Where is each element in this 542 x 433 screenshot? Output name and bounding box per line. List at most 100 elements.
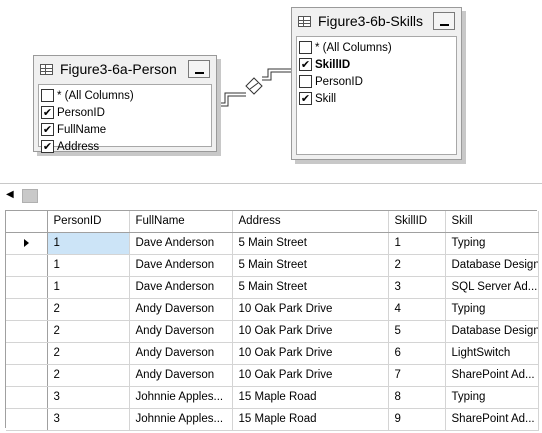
grid-cell[interactable]: Dave Anderson xyxy=(129,254,233,277)
column-checkbox[interactable] xyxy=(41,89,54,102)
grid-cell[interactable]: SQL Server Ad... xyxy=(445,276,539,299)
table-window-titlebar[interactable]: Figure3-6b-Skills xyxy=(292,8,461,34)
grid-cell[interactable]: 5 Main Street xyxy=(232,232,389,255)
scrollbar-thumb[interactable] xyxy=(22,189,38,203)
grid-cell[interactable]: Andy Daverson xyxy=(129,298,233,321)
column-label: * (All Columns) xyxy=(57,89,134,102)
column-checkbox[interactable]: ✔ xyxy=(41,140,54,153)
grid-cell[interactable]: 15 Maple Road xyxy=(232,386,389,409)
column-header[interactable]: FullName xyxy=(129,211,233,233)
column-label: * (All Columns) xyxy=(315,41,392,54)
table-row[interactable]: 3 Johnnie Apples... 15 Maple Road 8 Typing xyxy=(6,386,539,409)
grid-cell[interactable]: 10 Oak Park Drive xyxy=(232,342,389,365)
grid-cell[interactable]: 2 xyxy=(47,342,130,365)
grid-cell[interactable]: 8 xyxy=(388,386,446,409)
grid-cell[interactable]: 6 xyxy=(388,342,446,365)
grid-cell[interactable]: 1 xyxy=(388,232,446,255)
grid-corner-cell[interactable] xyxy=(6,211,48,233)
column-row[interactable]: * (All Columns) xyxy=(297,39,456,56)
row-header[interactable] xyxy=(6,386,48,409)
grid-cell[interactable]: 9 xyxy=(388,408,446,431)
table-row[interactable]: 1 Dave Anderson 5 Main Street 2 Database Des… xyxy=(6,254,539,277)
scroll-left-icon[interactable]: ◀ xyxy=(6,189,14,200)
row-header[interactable] xyxy=(6,232,48,255)
grid-cell[interactable]: 10 Oak Park Drive xyxy=(232,320,389,343)
grid-cell[interactable]: Database Design xyxy=(445,254,539,277)
column-header[interactable]: PersonID xyxy=(47,211,130,233)
column-list: * (All Columns) ✔ SkillID PersonID ✔ Skill xyxy=(296,36,457,155)
column-checkbox[interactable] xyxy=(299,41,312,54)
grid-cell[interactable]: 10 Oak Park Drive xyxy=(232,298,389,321)
diagram-horizontal-scrollbar[interactable]: ◀ xyxy=(0,183,542,207)
grid-cell[interactable]: SharePoint Ad... xyxy=(445,408,539,431)
grid-cell[interactable]: Typing xyxy=(445,298,539,321)
check-icon: ✔ xyxy=(42,140,53,153)
row-pointer-icon xyxy=(23,238,29,247)
column-checkbox[interactable] xyxy=(299,75,312,88)
grid-cell[interactable]: 3 xyxy=(47,386,130,409)
grid-cell[interactable]: Dave Anderson xyxy=(129,276,233,299)
table-row[interactable]: 2 Andy Daverson 10 Oak Park Drive 6 LightSwi… xyxy=(6,342,539,365)
grid-cell[interactable]: LightSwitch xyxy=(445,342,539,365)
grid-cell[interactable]: Johnnie Apples... xyxy=(129,408,233,431)
row-header[interactable] xyxy=(6,320,48,343)
column-header[interactable]: Skill xyxy=(445,211,539,233)
grid-cell[interactable]: Andy Daverson xyxy=(129,342,233,365)
table-window-person[interactable]: Figure3-6a-Person * (All Columns) ✔ Person… xyxy=(33,55,217,155)
row-header[interactable] xyxy=(6,254,48,277)
table-row[interactable]: 1 Dave Anderson 5 Main Street 1 Typing xyxy=(6,232,539,255)
column-checkbox[interactable]: ✔ xyxy=(41,106,54,119)
column-row[interactable]: ✔ SkillID xyxy=(297,56,456,73)
grid-cell[interactable]: 10 Oak Park Drive xyxy=(232,364,389,387)
table-window-skills[interactable]: Figure3-6b-Skills * (All Columns) ✔ SkillI… xyxy=(291,7,462,160)
table-window-titlebar[interactable]: Figure3-6a-Person xyxy=(34,56,216,82)
column-row[interactable]: * (All Columns) xyxy=(39,87,211,104)
grid-cell[interactable]: 4 xyxy=(388,298,446,321)
grid-cell[interactable]: 7 xyxy=(388,364,446,387)
grid-cell[interactable]: Johnnie Apples... xyxy=(129,386,233,409)
table-row[interactable]: 2 Andy Daverson 10 Oak Park Drive 4 Typing xyxy=(6,298,539,321)
column-row[interactable]: ✔ Address xyxy=(39,138,211,155)
grid-cell[interactable]: 1 xyxy=(47,232,130,255)
grid-cell[interactable]: 2 xyxy=(47,364,130,387)
grid-cell[interactable]: Typing xyxy=(445,232,539,255)
table-row[interactable]: 2 Andy Daverson 10 Oak Park Drive 5 Database… xyxy=(6,320,539,343)
column-checkbox[interactable]: ✔ xyxy=(299,58,312,71)
join-diamond-icon[interactable] xyxy=(245,77,263,95)
table-row[interactable]: 3 Johnnie Apples... 15 Maple Road 9 SharePoi… xyxy=(6,408,539,431)
grid-cell[interactable]: Typing xyxy=(445,386,539,409)
grid-cell[interactable]: 2 xyxy=(47,320,130,343)
minimize-button[interactable] xyxy=(433,12,455,30)
column-row[interactable]: ✔ FullName xyxy=(39,121,211,138)
grid-cell[interactable]: 5 Main Street xyxy=(232,254,389,277)
row-header[interactable] xyxy=(6,364,48,387)
grid-cell[interactable]: Andy Daverson xyxy=(129,320,233,343)
column-header[interactable]: SkillID xyxy=(388,211,446,233)
grid-cell[interactable]: 3 xyxy=(388,276,446,299)
grid-cell[interactable]: 2 xyxy=(47,298,130,321)
grid-cell[interactable]: 1 xyxy=(47,276,130,299)
grid-cell[interactable]: 3 xyxy=(47,408,130,431)
grid-cell[interactable]: SharePoint Ad... xyxy=(445,364,539,387)
row-header[interactable] xyxy=(6,276,48,299)
column-checkbox[interactable]: ✔ xyxy=(299,92,312,105)
row-header[interactable] xyxy=(6,298,48,321)
row-header[interactable] xyxy=(6,342,48,365)
column-header[interactable]: Address xyxy=(232,211,389,233)
grid-cell[interactable]: 5 xyxy=(388,320,446,343)
grid-cell[interactable]: 1 xyxy=(47,254,130,277)
column-row[interactable]: ✔ Skill xyxy=(297,90,456,107)
grid-cell[interactable]: 2 xyxy=(388,254,446,277)
grid-cell[interactable]: Andy Daverson xyxy=(129,364,233,387)
grid-cell[interactable]: 15 Maple Road xyxy=(232,408,389,431)
grid-cell[interactable]: Dave Anderson xyxy=(129,232,233,255)
minimize-button[interactable] xyxy=(188,60,210,78)
grid-cell[interactable]: 5 Main Street xyxy=(232,276,389,299)
column-row[interactable]: ✔ PersonID xyxy=(39,104,211,121)
row-header[interactable] xyxy=(6,408,48,431)
column-row[interactable]: PersonID xyxy=(297,73,456,90)
table-row[interactable]: 1 Dave Anderson 5 Main Street 3 SQL Server A… xyxy=(6,276,539,299)
grid-cell[interactable]: Database Design xyxy=(445,320,539,343)
table-row[interactable]: 2 Andy Daverson 10 Oak Park Drive 7 SharePoi… xyxy=(6,364,539,387)
column-checkbox[interactable]: ✔ xyxy=(41,123,54,136)
